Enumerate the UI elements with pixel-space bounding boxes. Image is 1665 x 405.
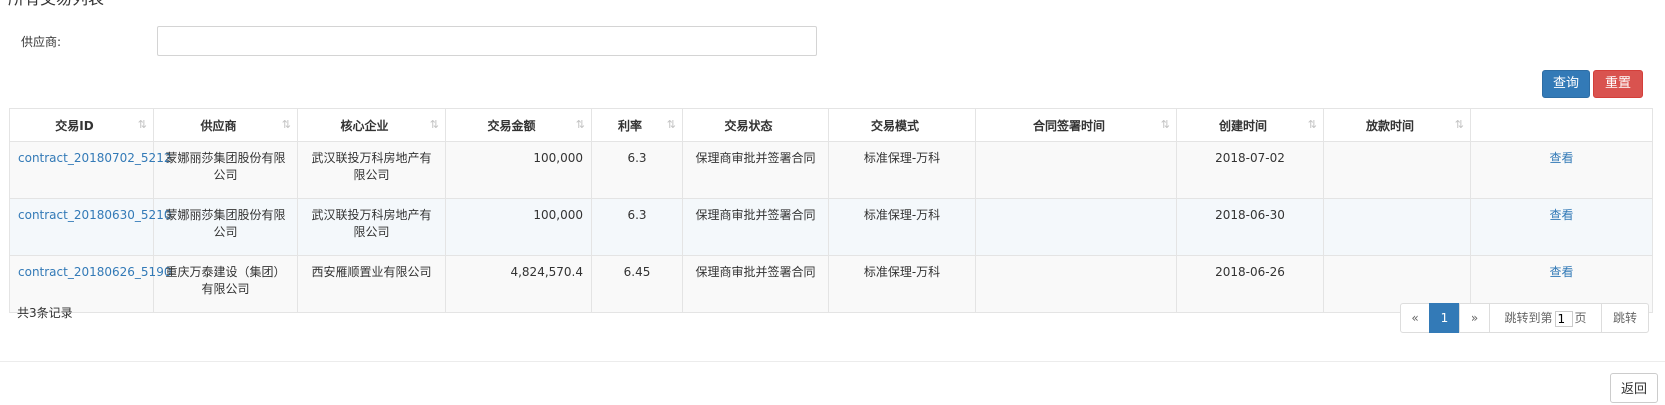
sort-icon[interactable]: ⇅ bbox=[576, 118, 585, 131]
column-header-amount[interactable]: 交易金额 ⇅ bbox=[445, 108, 592, 142]
view-link[interactable]: 查看 bbox=[1549, 265, 1573, 279]
column-header-id[interactable]: 交易ID ⇅ bbox=[9, 108, 154, 142]
page-1-button[interactable]: 1 bbox=[1429, 303, 1460, 333]
view-link[interactable]: 查看 bbox=[1549, 208, 1573, 222]
cell-status: 保理商审批并签署合同 bbox=[682, 255, 829, 313]
cell-amount: 4,824,570.4 bbox=[445, 255, 592, 313]
back-button[interactable]: 返回 bbox=[1610, 373, 1658, 403]
column-header-action bbox=[1470, 108, 1653, 142]
jump-prefix: 跳转到第 bbox=[1504, 311, 1553, 325]
prev-page-button[interactable]: « bbox=[1400, 303, 1430, 333]
cell-loan-time bbox=[1323, 141, 1471, 199]
table-row: contract_20180702_5212 蒙娜丽莎集团股份有限公司 武汉联投… bbox=[9, 141, 1653, 199]
column-header-supplier[interactable]: 供应商 ⇅ bbox=[153, 108, 298, 142]
cell-id: contract_20180630_5210 bbox=[9, 198, 171, 256]
record-count: 共3条记录 bbox=[17, 306, 73, 320]
column-header-created[interactable]: 创建时间 ⇅ bbox=[1176, 108, 1324, 142]
cell-mode: 标准保理-万科 bbox=[828, 141, 976, 199]
transaction-id-link[interactable]: contract_20180702_5212 bbox=[18, 151, 171, 165]
page-jump: 跳转到第 页 bbox=[1489, 303, 1602, 333]
cell-rate: 6.3 bbox=[591, 141, 683, 199]
sort-icon[interactable]: ⇅ bbox=[1308, 118, 1317, 131]
cell-action: 查看 bbox=[1470, 198, 1653, 256]
cell-supplier: 蒙娜丽莎集团股份有限公司 bbox=[153, 141, 298, 199]
query-button[interactable]: 查询 bbox=[1542, 70, 1590, 98]
sort-icon[interactable]: ⇅ bbox=[430, 118, 439, 131]
cell-rate: 6.3 bbox=[591, 198, 683, 256]
page-jump-input[interactable] bbox=[1554, 310, 1573, 327]
cell-mode: 标准保理-万科 bbox=[828, 255, 976, 313]
cell-amount: 100,000 bbox=[445, 198, 592, 256]
cell-status: 保理商审批并签署合同 bbox=[682, 141, 829, 199]
transaction-table: 交易ID ⇅ 供应商 ⇅ 核心企业 ⇅ 交易金额 ⇅ 利率 ⇅ 交易状态 交易模式 合同签… bbox=[9, 108, 1653, 313]
reset-button[interactable]: 重置 bbox=[1593, 70, 1643, 98]
cell-mode: 标准保理-万科 bbox=[828, 198, 976, 256]
sort-icon[interactable]: ⇅ bbox=[282, 118, 291, 131]
cell-sign-time bbox=[975, 141, 1177, 199]
next-page-button[interactable]: » bbox=[1459, 303, 1490, 333]
view-link[interactable]: 查看 bbox=[1549, 151, 1573, 165]
jump-suffix: 页 bbox=[1574, 311, 1587, 325]
transaction-id-link[interactable]: contract_20180626_5190 bbox=[18, 265, 171, 279]
sort-icon[interactable]: ⇅ bbox=[1455, 118, 1464, 131]
cell-id: contract_20180626_5190 bbox=[9, 255, 171, 313]
sort-icon[interactable]: ⇅ bbox=[138, 118, 147, 131]
column-header-status: 交易状态 bbox=[682, 108, 829, 142]
column-header-core-enterprise[interactable]: 核心企业 ⇅ bbox=[297, 108, 446, 142]
table-header-row: 交易ID ⇅ 供应商 ⇅ 核心企业 ⇅ 交易金额 ⇅ 利率 ⇅ 交易状态 交易模式 合同签… bbox=[9, 108, 1653, 142]
cell-created: 2018-06-26 bbox=[1176, 255, 1324, 313]
cell-supplier: 蒙娜丽莎集团股份有限公司 bbox=[153, 198, 298, 256]
transaction-id-link[interactable]: contract_20180630_5210 bbox=[18, 208, 171, 222]
column-header-mode: 交易模式 bbox=[828, 108, 976, 142]
cell-rate: 6.45 bbox=[591, 255, 683, 313]
cell-created: 2018-06-30 bbox=[1176, 198, 1324, 256]
table-row: contract_20180630_5210 蒙娜丽莎集团股份有限公司 武汉联投… bbox=[9, 198, 1653, 256]
cell-supplier: 重庆万泰建设（集团）有限公司 bbox=[153, 255, 298, 313]
column-header-sign-time[interactable]: 合同签署时间 ⇅ bbox=[975, 108, 1177, 142]
cell-core-enterprise: 西安雁顺置业有限公司 bbox=[297, 255, 446, 313]
cell-amount: 100,000 bbox=[445, 141, 592, 199]
page-title: 所有交易列表 bbox=[8, 0, 104, 9]
footer-divider bbox=[0, 361, 1665, 362]
column-header-loan-time[interactable]: 放款时间 ⇅ bbox=[1323, 108, 1471, 142]
cell-created: 2018-07-02 bbox=[1176, 141, 1324, 199]
cell-sign-time bbox=[975, 255, 1177, 313]
cell-sign-time bbox=[975, 198, 1177, 256]
jump-button[interactable]: 跳转 bbox=[1601, 303, 1649, 333]
cell-core-enterprise: 武汉联投万科房地产有限公司 bbox=[297, 198, 446, 256]
supplier-label: 供应商: bbox=[21, 35, 62, 49]
supplier-input[interactable] bbox=[157, 26, 817, 56]
sort-icon[interactable]: ⇅ bbox=[1161, 118, 1170, 131]
sort-icon[interactable]: ⇅ bbox=[667, 118, 676, 131]
cell-action: 查看 bbox=[1470, 141, 1653, 199]
cell-id: contract_20180702_5212 bbox=[9, 141, 171, 199]
cell-core-enterprise: 武汉联投万科房地产有限公司 bbox=[297, 141, 446, 199]
pagination: « 1 » 跳转到第 页 跳转 bbox=[1400, 303, 1649, 333]
cell-status: 保理商审批并签署合同 bbox=[682, 198, 829, 256]
cell-loan-time bbox=[1323, 198, 1471, 256]
column-header-rate[interactable]: 利率 ⇅ bbox=[591, 108, 683, 142]
